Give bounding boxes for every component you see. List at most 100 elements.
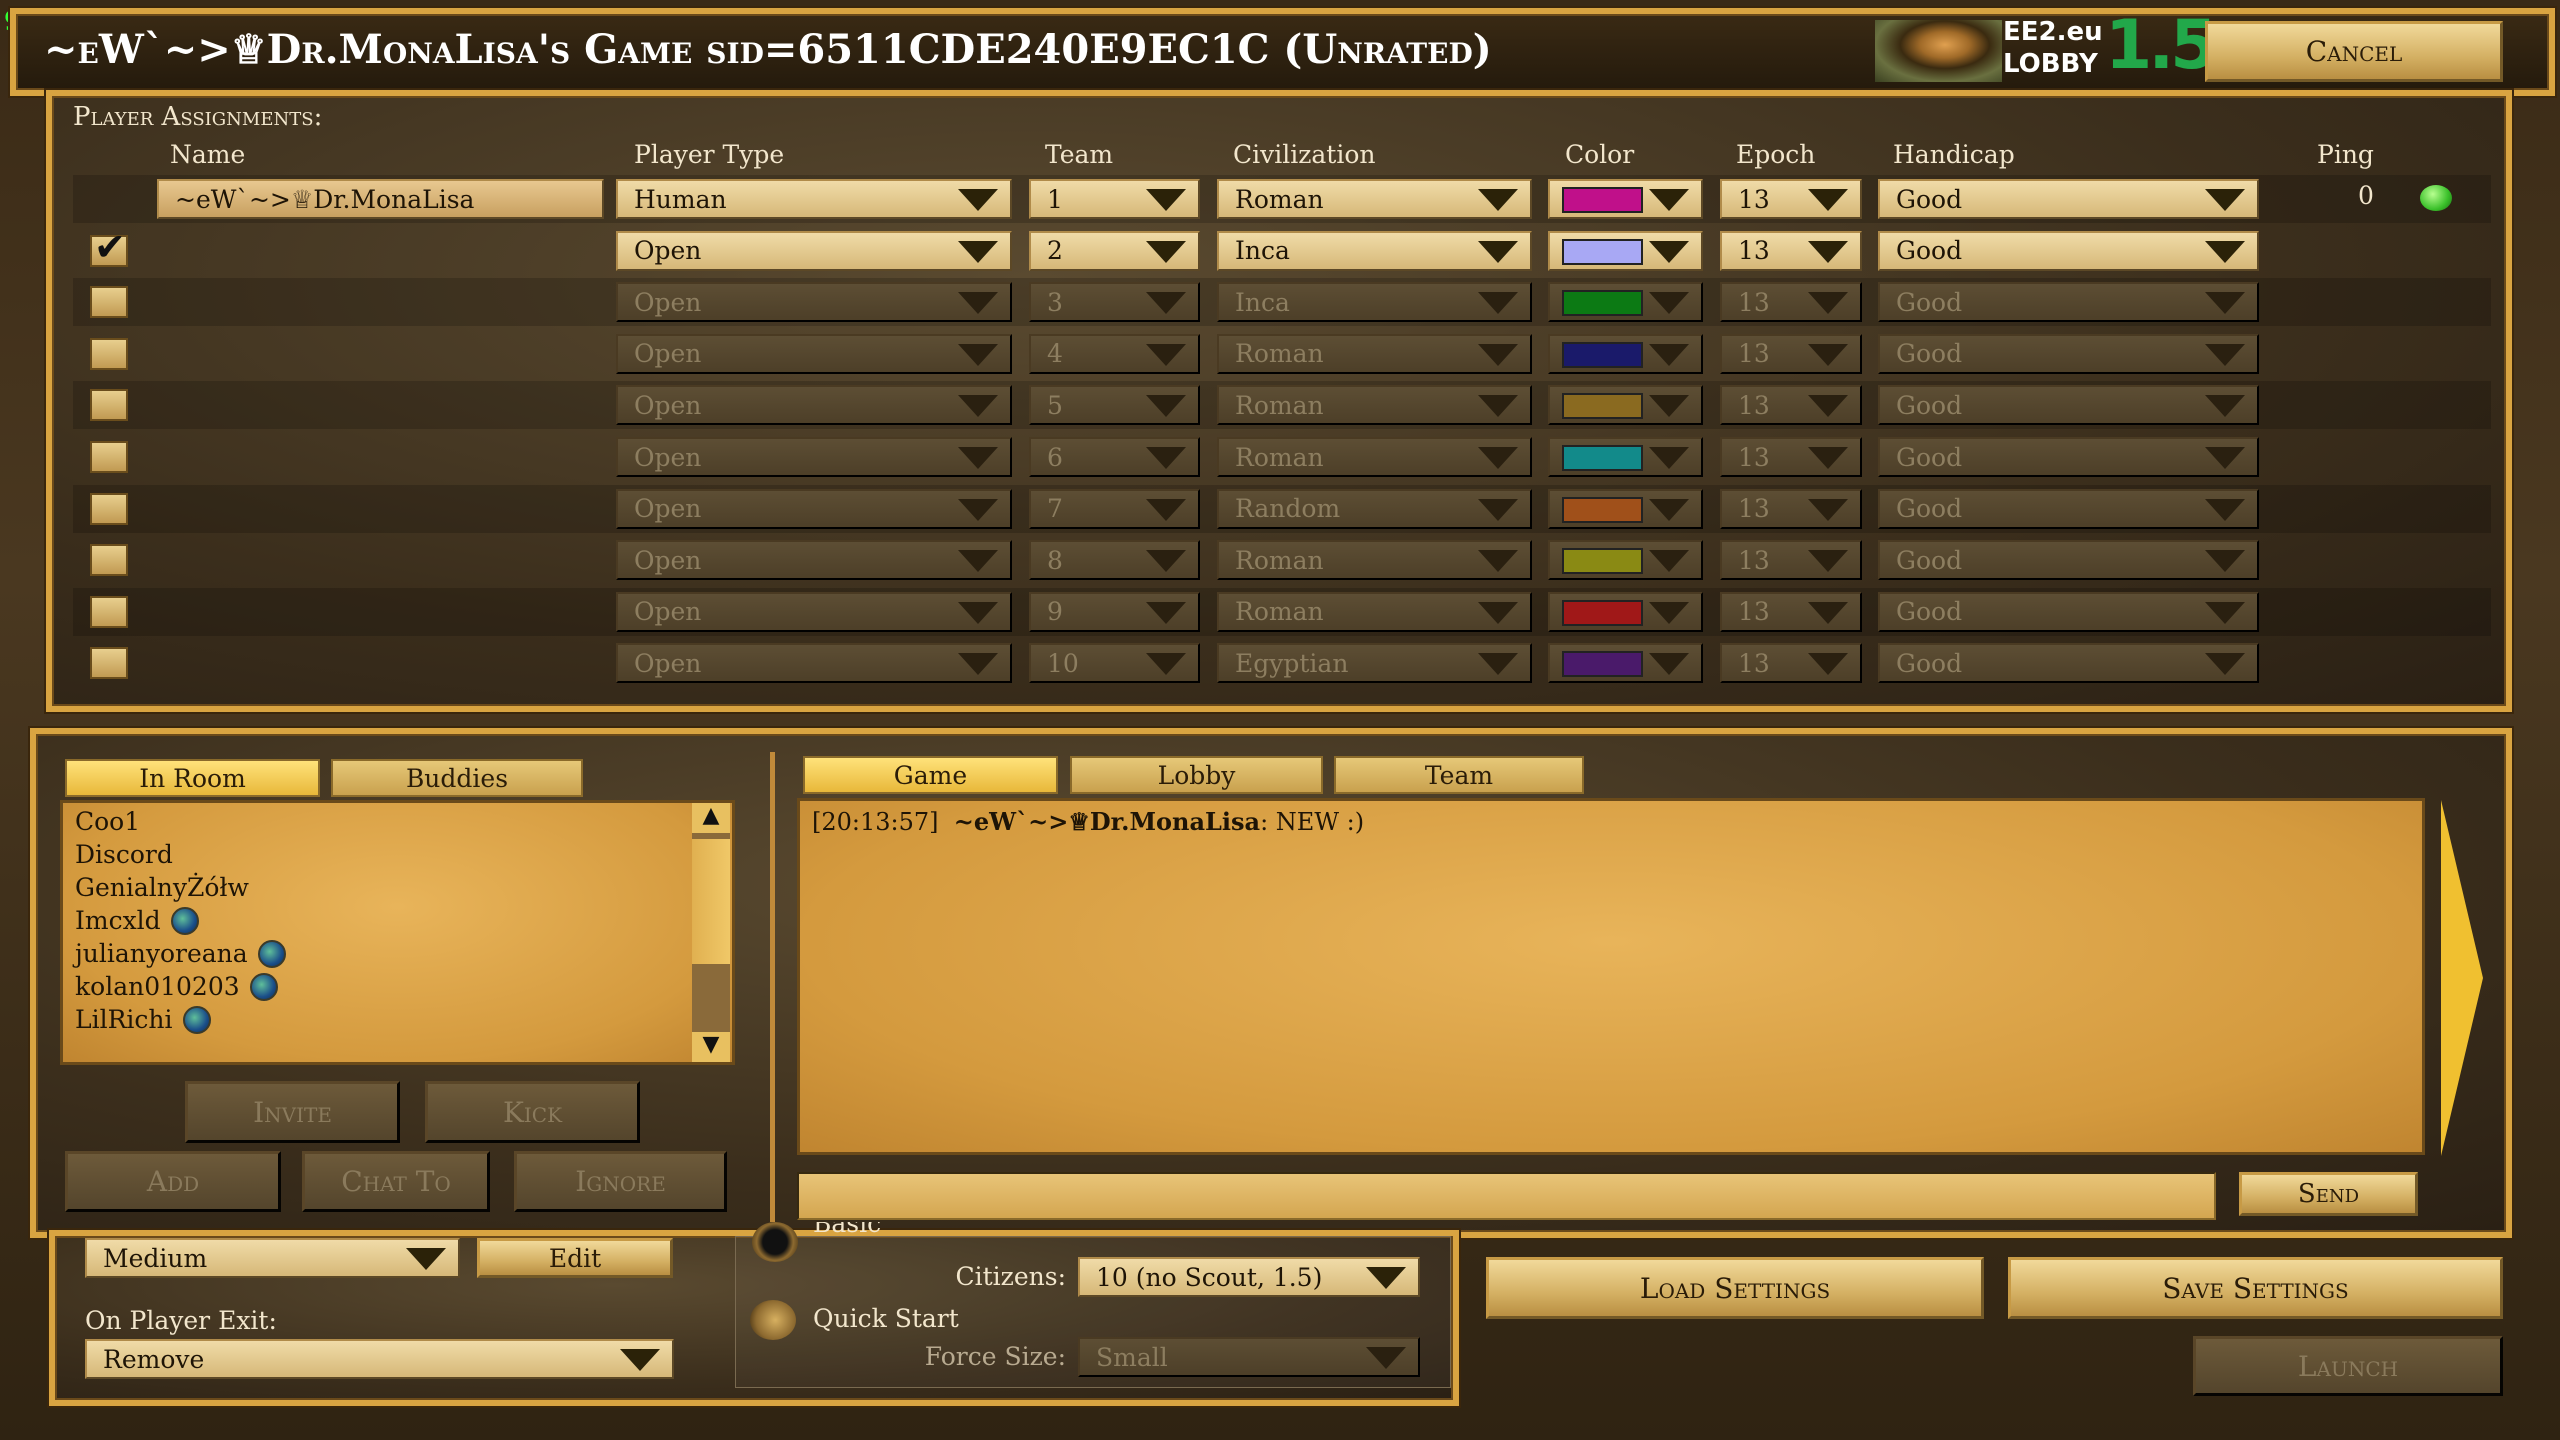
slot-checkbox[interactable]: [90, 286, 128, 319]
handicap-dropdown[interactable]: Good: [1878, 282, 2259, 323]
team-dropdown[interactable]: 10: [1029, 643, 1200, 684]
player-type-dropdown[interactable]: Open: [616, 591, 1012, 632]
civilization-dropdown[interactable]: Random: [1217, 488, 1532, 529]
tab-buddies[interactable]: Buddies: [331, 759, 583, 797]
slot-checkbox[interactable]: [90, 441, 128, 473]
user-list-item[interactable]: GenialnyŻółw: [75, 871, 286, 904]
epoch-dropdown[interactable]: 13: [1720, 179, 1862, 219]
force-size-dropdown[interactable]: Small: [1078, 1337, 1420, 1377]
epoch-dropdown[interactable]: 13: [1720, 591, 1862, 632]
scroll-up-button[interactable]: ▲: [692, 803, 730, 833]
edit-button[interactable]: Edit: [477, 1238, 673, 1278]
chat-to-button[interactable]: Chat To: [302, 1151, 490, 1212]
player-type-dropdown[interactable]: Open: [616, 333, 1012, 374]
quick-start-radio[interactable]: [750, 1300, 796, 1340]
epoch-dropdown[interactable]: 13: [1720, 540, 1862, 581]
chat-input[interactable]: [797, 1172, 2216, 1220]
scrollbar[interactable]: ▲ ▼: [692, 803, 730, 1062]
on-player-exit-dropdown[interactable]: Remove: [85, 1339, 674, 1379]
epoch-dropdown[interactable]: 13: [1720, 437, 1862, 477]
civilization-dropdown[interactable]: Egyptian: [1217, 643, 1532, 684]
color-dropdown[interactable]: [1548, 179, 1703, 219]
player-type-dropdown[interactable]: Open: [616, 385, 1012, 426]
civilization-dropdown[interactable]: Roman: [1217, 385, 1532, 426]
team-dropdown[interactable]: 5: [1029, 385, 1200, 426]
handicap-dropdown[interactable]: Good: [1878, 437, 2259, 477]
handicap-dropdown[interactable]: Good: [1878, 179, 2259, 219]
user-list-item[interactable]: Imcxld: [75, 904, 286, 937]
epoch-dropdown[interactable]: 13: [1720, 333, 1862, 374]
ignore-button[interactable]: Ignore: [514, 1151, 727, 1212]
add-button[interactable]: Add: [65, 1151, 281, 1212]
player-type-dropdown[interactable]: Open: [616, 643, 1012, 684]
tab-team[interactable]: Team: [1334, 756, 1584, 794]
slot-checkbox[interactable]: [90, 389, 128, 422]
player-type-dropdown[interactable]: Human: [616, 179, 1012, 219]
player-type-dropdown[interactable]: Open: [616, 437, 1012, 477]
handicap-dropdown[interactable]: Good: [1878, 488, 2259, 529]
handicap-dropdown[interactable]: Good: [1878, 540, 2259, 581]
slot-checkbox[interactable]: [90, 544, 128, 577]
player-type-dropdown[interactable]: Open: [616, 230, 1012, 271]
color-dropdown[interactable]: [1548, 437, 1703, 477]
color-dropdown[interactable]: [1548, 230, 1703, 271]
team-dropdown[interactable]: 6: [1029, 437, 1200, 477]
handicap-dropdown[interactable]: Good: [1878, 230, 2259, 271]
user-list-item[interactable]: LilRichi: [75, 1003, 286, 1036]
cancel-button[interactable]: Cancel: [2205, 21, 2503, 82]
chat-expand-arrow-icon[interactable]: [2441, 800, 2483, 1156]
user-list[interactable]: Coo1 Discord GenialnyŻółw Imcxld julianyorea…: [60, 800, 735, 1065]
civilization-dropdown[interactable]: Roman: [1217, 179, 1532, 219]
team-dropdown[interactable]: 1: [1029, 179, 1200, 219]
slot-checkbox[interactable]: [90, 337, 128, 370]
epoch-dropdown[interactable]: 13: [1720, 282, 1862, 323]
color-dropdown[interactable]: [1548, 591, 1703, 632]
user-list-item[interactable]: Discord: [75, 838, 286, 871]
color-dropdown[interactable]: [1548, 385, 1703, 426]
tab-in-room[interactable]: In Room: [65, 759, 320, 797]
handicap-dropdown[interactable]: Good: [1878, 643, 2259, 684]
civilization-dropdown[interactable]: Roman: [1217, 591, 1532, 632]
user-list-item[interactable]: Coo1: [75, 805, 286, 838]
civilization-dropdown[interactable]: Roman: [1217, 333, 1532, 374]
handicap-dropdown[interactable]: Good: [1878, 385, 2259, 426]
slot-checkbox[interactable]: ✔: [90, 225, 128, 269]
handicap-dropdown[interactable]: Good: [1878, 333, 2259, 374]
kick-button[interactable]: Kick: [425, 1081, 640, 1143]
color-dropdown[interactable]: [1548, 282, 1703, 323]
handicap-dropdown[interactable]: Good: [1878, 591, 2259, 632]
color-dropdown[interactable]: [1548, 643, 1703, 684]
slot-checkbox[interactable]: [90, 492, 128, 525]
color-dropdown[interactable]: [1548, 540, 1703, 581]
team-dropdown[interactable]: 3: [1029, 282, 1200, 323]
citizens-dropdown[interactable]: 10 (no Scout, 1.5): [1078, 1257, 1420, 1297]
user-list-item[interactable]: kolan010203: [75, 970, 286, 1003]
scroll-thumb[interactable]: [692, 839, 730, 964]
epoch-dropdown[interactable]: 13: [1720, 643, 1862, 684]
epoch-dropdown[interactable]: 13: [1720, 385, 1862, 426]
team-dropdown[interactable]: 7: [1029, 488, 1200, 529]
color-dropdown[interactable]: [1548, 333, 1703, 374]
team-dropdown[interactable]: 9: [1029, 591, 1200, 632]
launch-button[interactable]: Launch: [2193, 1336, 2503, 1396]
tab-lobby[interactable]: Lobby: [1070, 756, 1323, 794]
civilization-dropdown[interactable]: Roman: [1217, 540, 1532, 581]
scroll-down-button[interactable]: ▼: [692, 1032, 730, 1062]
color-dropdown[interactable]: [1548, 488, 1703, 529]
epoch-dropdown[interactable]: 13: [1720, 230, 1862, 271]
basic-radio[interactable]: [752, 1222, 798, 1262]
civilization-dropdown[interactable]: Roman: [1217, 437, 1532, 477]
tab-game[interactable]: Game: [803, 756, 1058, 794]
slot-checkbox[interactable]: [90, 647, 128, 680]
player-type-dropdown[interactable]: Open: [616, 488, 1012, 529]
difficulty-dropdown[interactable]: Medium: [85, 1238, 460, 1278]
user-list-item[interactable]: julianyoreana: [75, 937, 286, 970]
load-settings-button[interactable]: Load Settings: [1486, 1257, 1984, 1319]
team-dropdown[interactable]: 8: [1029, 540, 1200, 581]
save-settings-button[interactable]: Save Settings: [2008, 1257, 2503, 1319]
invite-button[interactable]: Invite: [185, 1081, 400, 1143]
civilization-dropdown[interactable]: Inca: [1217, 282, 1532, 323]
team-dropdown[interactable]: 4: [1029, 333, 1200, 374]
epoch-dropdown[interactable]: 13: [1720, 488, 1862, 529]
team-dropdown[interactable]: 2: [1029, 230, 1200, 271]
